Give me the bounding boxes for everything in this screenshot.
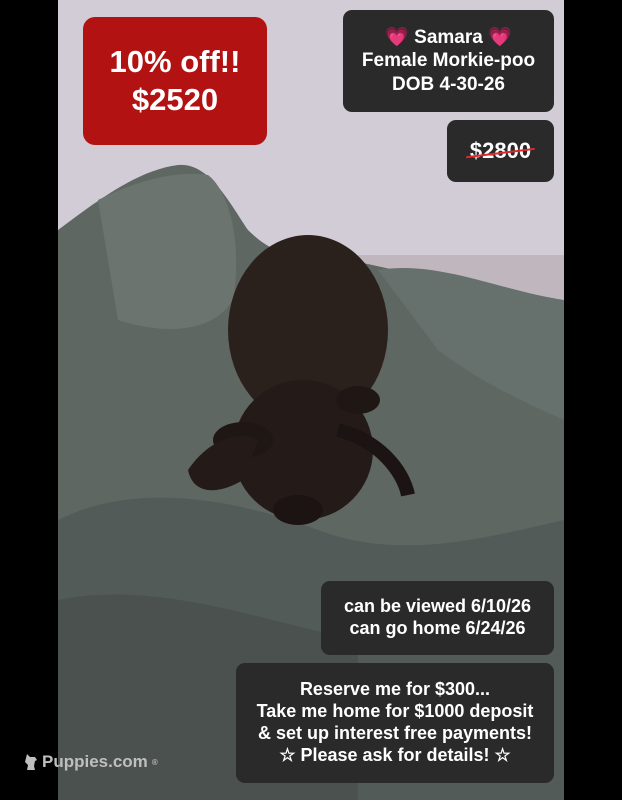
watermark-reg: ®: [151, 757, 158, 767]
puppy-name-line: 💗 Samara 💗: [343, 26, 554, 49]
reserve-line-4: ☆ Please ask for details! ☆: [279, 744, 511, 765]
discount-badge: 10% off!! $2520: [83, 17, 267, 145]
discount-text: 10% off!!: [109, 44, 241, 80]
reserve-line-2: Take me home for $1000 deposit: [256, 701, 534, 722]
dates-box: can be viewed 6/10/26 can go home 6/24/2…: [321, 581, 554, 655]
watermark-text: Puppies.com: [42, 752, 148, 771]
reserve-line-1: Reserve me for $300...: [299, 679, 491, 700]
puppy-info-box: 💗 Samara 💗 Female Morkie-poo DOB 4-30-26: [343, 10, 554, 112]
blanket-fold-left: [98, 173, 237, 329]
original-price: $2800: [469, 137, 532, 163]
puppy-description: Female Morkie-poo: [361, 50, 536, 72]
puppy-name: Samara: [414, 27, 483, 49]
heart-icon: 💗: [385, 27, 409, 49]
original-price-box: $2800: [447, 120, 554, 182]
puppy-nose: [273, 495, 323, 525]
discount-price: $2520: [131, 82, 219, 117]
heart-icon: 💗: [488, 27, 512, 49]
reserve-box: Reserve me for $300... Take me home for …: [236, 663, 554, 783]
reserve-line-3: & set up interest free payments!: [257, 723, 533, 743]
viewing-date: can be viewed 6/10/26: [343, 596, 532, 617]
puppy-ear-right: [336, 386, 380, 414]
puppies-watermark: Puppies.com ®: [24, 752, 158, 772]
puppy-dob: DOB 4-30-26: [392, 73, 505, 95]
dog-silhouette-icon: [25, 754, 37, 770]
go-home-date: can go home 6/24/26: [349, 618, 526, 638]
